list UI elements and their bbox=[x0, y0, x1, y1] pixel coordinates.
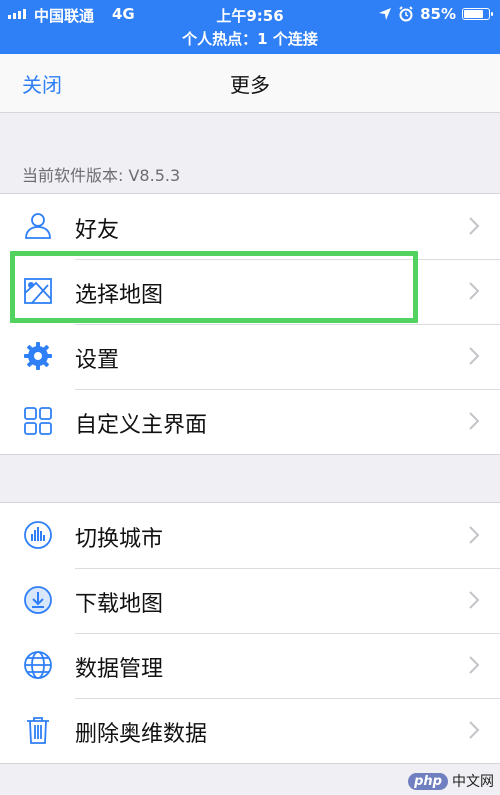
menu-item-customize-home[interactable]: 自定义主界面 bbox=[0, 389, 500, 454]
menu-item-label: 设置 bbox=[75, 348, 120, 373]
menu-item-settings[interactable]: 设置 bbox=[0, 324, 500, 389]
city-icon bbox=[24, 521, 52, 549]
chevron-right-icon bbox=[469, 282, 480, 300]
chevron-right-icon bbox=[469, 526, 480, 544]
menu-item-label: 数据管理 bbox=[75, 657, 164, 682]
grid-icon bbox=[24, 407, 52, 435]
battery-icon bbox=[462, 8, 493, 20]
gear-icon bbox=[24, 342, 52, 370]
user-icon bbox=[25, 213, 51, 239]
watermark: php 中文网 bbox=[408, 771, 494, 791]
menu-item-label: 自定义主界面 bbox=[75, 413, 208, 438]
watermark-text: 中文网 bbox=[452, 774, 494, 790]
menu-item-label: 切换城市 bbox=[75, 527, 164, 552]
chevron-right-icon bbox=[469, 656, 480, 674]
watermark-logo: php bbox=[408, 772, 448, 790]
menu-group-data: 切换城市 下载地图 数据管理 删除奥维数据 bbox=[0, 502, 500, 764]
location-arrow-icon bbox=[379, 8, 392, 20]
menu-item-delete-data[interactable]: 删除奥维数据 bbox=[0, 698, 500, 763]
menu-item-switch-city[interactable]: 切换城市 bbox=[0, 503, 500, 568]
menu-item-label: 好友 bbox=[75, 218, 120, 243]
status-bar: 中国联通 4G 上午9:56 85% 个人热点：1 个连接 bbox=[0, 0, 500, 54]
chevron-right-icon bbox=[469, 217, 480, 235]
hotspot-banner[interactable]: 个人热点：1 个连接 bbox=[0, 28, 500, 49]
download-icon bbox=[24, 586, 52, 614]
version-label: 当前软件版本: V8.5.3 bbox=[22, 166, 181, 185]
chevron-right-icon bbox=[469, 412, 480, 430]
menu-item-label: 删除奥维数据 bbox=[75, 722, 208, 747]
nav-bar: 关闭 更多 bbox=[0, 54, 500, 113]
trash-icon bbox=[27, 717, 49, 744]
menu-item-friends[interactable]: 好友 bbox=[0, 194, 500, 259]
menu-item-download-map[interactable]: 下载地图 bbox=[0, 568, 500, 633]
chevron-right-icon bbox=[469, 591, 480, 609]
battery-percent: 85% bbox=[420, 5, 456, 23]
menu-item-label: 下载地图 bbox=[75, 592, 164, 617]
alarm-icon bbox=[399, 6, 413, 22]
highlight-box bbox=[10, 251, 418, 323]
page-title: 更多 bbox=[230, 73, 270, 97]
menu-group-main: 好友 选择地图 设置 自定义主界面 bbox=[0, 193, 500, 455]
menu-item-data-management[interactable]: 数据管理 bbox=[0, 633, 500, 698]
chevron-right-icon bbox=[469, 721, 480, 739]
chevron-right-icon bbox=[469, 347, 480, 365]
globe-icon bbox=[24, 651, 52, 679]
